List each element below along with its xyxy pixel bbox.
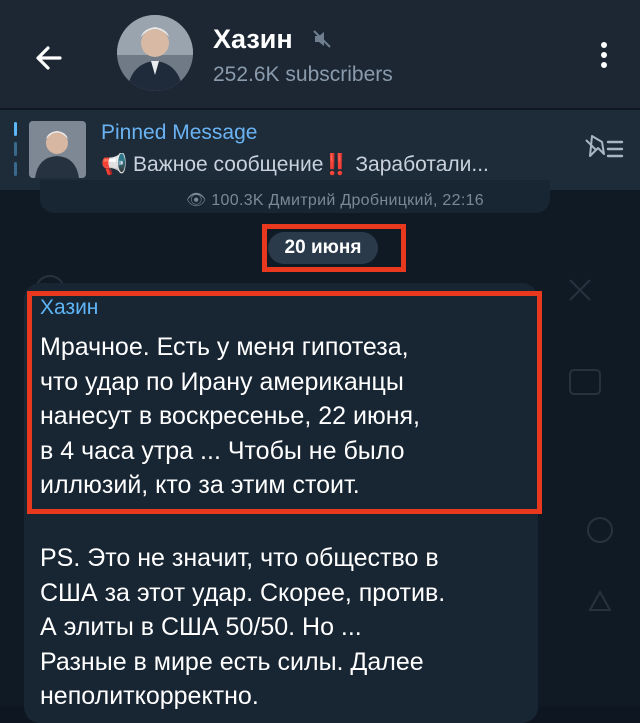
pinned-indicator — [14, 122, 18, 176]
double-exclamation-icon: ‼️ — [323, 153, 350, 176]
pinned-title: Pinned Message — [101, 121, 258, 144]
back-arrow-icon[interactable] — [30, 38, 70, 78]
pinned-thumbnail — [29, 121, 86, 178]
channel-title[interactable]: Хазин — [213, 24, 293, 55]
message-line: А элиты в США 50/50. Но ... — [40, 613, 362, 641]
pinned-message-bar[interactable]: Pinned Message 📢 Важное сообщение‼️ Зара… — [0, 110, 640, 190]
message-paragraph-2: PS. Это не значит, что общество в США за… — [40, 541, 530, 714]
pinned-list-icon[interactable] — [580, 130, 626, 168]
message-line: Мрачное. Есть у меня гипотеза, — [40, 333, 409, 361]
date-separator: 20 июня — [268, 232, 378, 264]
message-line: нанесут в воскресенье, 22 июня, — [40, 402, 420, 430]
message-line: неполиткорректно. — [40, 682, 259, 710]
more-options-icon[interactable] — [594, 38, 614, 78]
previous-message-meta: 👁 100.3K Дмитрий Дробницкий, 22:16 — [186, 192, 484, 209]
channel-avatar[interactable] — [117, 15, 193, 91]
message-sender[interactable]: Хазин — [40, 296, 98, 320]
message-line: Разные в мире есть силы. Далее — [40, 647, 424, 676]
message-line: что удар по Ирану американцы — [40, 367, 404, 396]
subscriber-count: 252.6K subscribers — [213, 63, 393, 86]
message-paragraph-1: Мрачное. Есть у меня гипотеза, что удар … — [40, 330, 530, 503]
pinned-preview: 📢 Важное сообщение‼️ Заработали... — [101, 153, 571, 177]
message-line: США за этот удар. Скорее, против. — [40, 578, 446, 607]
pinned-preview-tail: Заработали... — [349, 153, 489, 176]
chat-header: Хазин 252.6K subscribers — [0, 0, 640, 108]
message-line: в 4 часа утра ... Чтобы не было — [40, 436, 405, 465]
pinned-preview-text: Важное сообщение — [133, 153, 324, 176]
muted-icon — [313, 30, 331, 48]
megaphone-icon: 📢 — [101, 153, 128, 176]
message-line: PS. Это не значит, что общество в — [40, 544, 439, 572]
message-line: иллюзий, кто за этим стоит. — [40, 471, 360, 499]
